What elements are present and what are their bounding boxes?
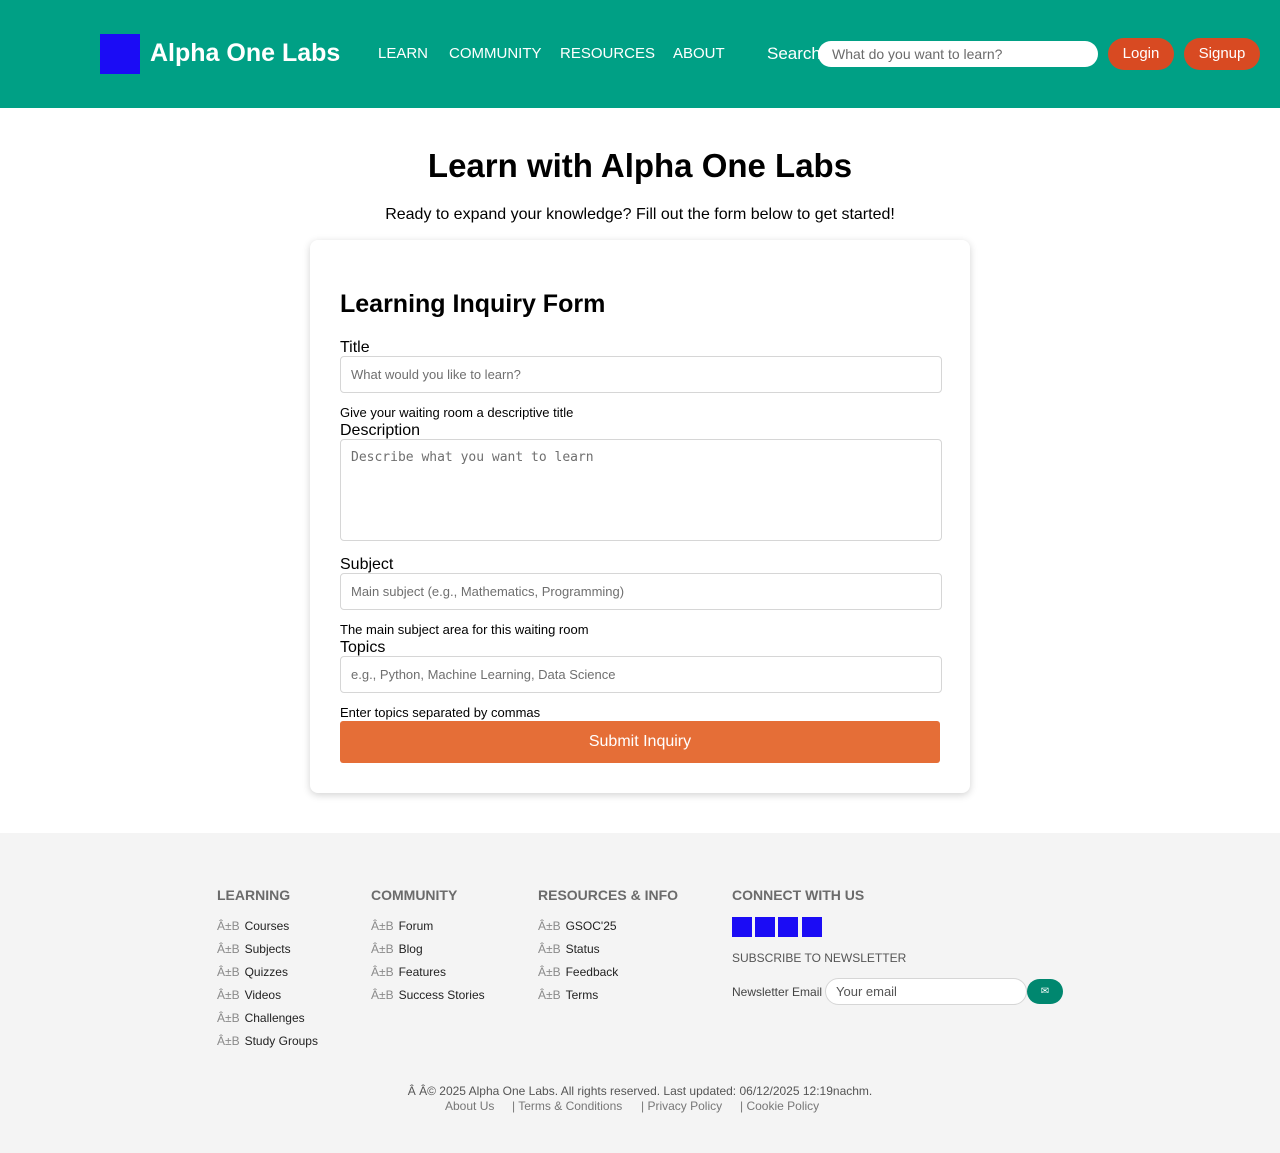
bottom-link-about-us[interactable]: About Us (445, 1099, 494, 1113)
footer-heading-connect: CONNECT WITH US (732, 887, 865, 903)
footer-link-label: Features (398, 965, 446, 979)
bullet-glyph: Â±B (217, 1034, 240, 1048)
footer-link-gsoc[interactable]: Â±B GSOC'25 (538, 919, 617, 933)
bullet-glyph: Â±B (538, 942, 561, 956)
footer-link-quizzes[interactable]: Â±B Quizzes (217, 965, 288, 979)
footer-link-label: Terms (565, 988, 599, 1002)
search-input[interactable] (818, 41, 1098, 67)
footer-link-label: Courses (244, 919, 290, 933)
footer-link-label: Feedback (565, 965, 619, 979)
nav-resources[interactable]: RESOURCES (560, 45, 655, 63)
title-help: Give your waiting room a descriptive tit… (340, 405, 574, 420)
footer-link-label: Challenges (244, 1011, 305, 1025)
login-button[interactable]: Login (1108, 38, 1174, 70)
footer-link-study-groups[interactable]: Â±B Study Groups (217, 1034, 318, 1048)
bullet-glyph: Â±B (371, 919, 394, 933)
topics-label: Topics (340, 639, 386, 656)
social-icon-2[interactable] (755, 917, 775, 937)
bullet-glyph: Â±B (538, 988, 561, 1002)
bullet-glyph: Â±B (371, 942, 394, 956)
topics-input[interactable] (340, 656, 942, 693)
description-label: Description (340, 422, 421, 439)
subscribe-label: SUBSCRIBE TO NEWSLETTER (732, 951, 907, 965)
submit-inquiry-button[interactable]: Submit Inquiry (340, 721, 940, 763)
footer-link-features[interactable]: Â±B Features (371, 965, 446, 979)
footer-link-subjects[interactable]: Â±B Subjects (217, 942, 291, 956)
footer-link-terms[interactable]: Â±B Terms (538, 988, 598, 1002)
newsletter-email-label: Newsletter Email (732, 985, 823, 999)
bullet-glyph: Â±B (217, 965, 240, 979)
bottom-link-privacy[interactable]: | Privacy Policy (641, 1099, 722, 1113)
search-label: Search (767, 44, 821, 63)
copyright-text: Â Â© 2025 Alpha One Labs. All rights res… (407, 1084, 873, 1098)
subject-label: Subject (340, 556, 394, 573)
footer-link-videos[interactable]: Â±B Videos (217, 988, 281, 1002)
footer-heading-learning: LEARNING (217, 887, 291, 903)
bullet-glyph: Â±B (217, 942, 240, 956)
footer-link-challenges[interactable]: Â±B Challenges (217, 1011, 305, 1025)
footer-link-label: Study Groups (244, 1034, 318, 1048)
nav-community[interactable]: COMMUNITY (449, 45, 542, 63)
social-icon-1[interactable] (732, 917, 752, 937)
form-title: Learning Inquiry Form (340, 290, 606, 318)
social-icon-4[interactable] (802, 917, 822, 937)
bullet-glyph: Â±B (217, 919, 240, 933)
bullet-glyph: Â±B (217, 1011, 240, 1025)
subject-input[interactable] (340, 573, 942, 610)
bullet-glyph: Â±B (371, 965, 394, 979)
description-textarea[interactable] (340, 439, 942, 541)
footer-link-label: Success Stories (398, 988, 485, 1002)
title-label: Title (340, 339, 370, 356)
footer-link-status[interactable]: Â±B Status (538, 942, 600, 956)
bottom-link-terms[interactable]: | Terms & Conditions (512, 1099, 622, 1113)
footer-link-label: Forum (398, 919, 434, 933)
title-input[interactable] (340, 356, 942, 393)
bottom-link-cookie[interactable]: | Cookie Policy (740, 1099, 819, 1113)
footer-link-courses[interactable]: Â±B Courses (217, 919, 289, 933)
footer-heading-community: COMMUNITY (371, 887, 458, 903)
topics-help: Enter topics separated by commas (340, 705, 541, 720)
nav-learn[interactable]: LEARN (378, 45, 428, 63)
mail-icon: ✉ (1040, 986, 1050, 997)
footer-link-label: Videos (244, 988, 282, 1002)
footer-heading-resources: RESOURCES & INFO (538, 887, 679, 903)
logo-icon[interactable] (100, 34, 140, 74)
bullet-glyph: Â±B (217, 988, 240, 1002)
footer-link-label: Quizzes (244, 965, 288, 979)
bullet-glyph: Â±B (538, 919, 561, 933)
nav-about[interactable]: ABOUT (673, 45, 725, 63)
bullet-glyph: Â±B (371, 988, 394, 1002)
site-footer (0, 833, 1280, 1153)
subject-help: The main subject area for this waiting r… (340, 622, 589, 637)
footer-link-label: Status (565, 942, 600, 956)
brand-name[interactable]: Alpha One Labs (150, 38, 340, 68)
page-title: Learn with Alpha One Labs (427, 147, 853, 184)
footer-link-label: GSOC'25 (565, 919, 617, 933)
footer-link-blog[interactable]: Â±B Blog (371, 942, 423, 956)
signup-button[interactable]: Signup (1184, 38, 1260, 70)
newsletter-email-input[interactable] (825, 978, 1027, 1005)
newsletter-submit-button[interactable]: ✉ (1027, 979, 1063, 1004)
footer-link-label: Subjects (244, 942, 291, 956)
footer-link-feedback[interactable]: Â±B Feedback (538, 965, 618, 979)
bullet-glyph: Â±B (538, 965, 561, 979)
page-subtitle: Ready to expand your knowledge? Fill out… (385, 206, 895, 223)
footer-link-forum[interactable]: Â±B Forum (371, 919, 433, 933)
social-icon-3[interactable] (778, 917, 798, 937)
footer-link-success-stories[interactable]: Â±B Success Stories (371, 988, 485, 1002)
footer-link-label: Blog (398, 942, 423, 956)
